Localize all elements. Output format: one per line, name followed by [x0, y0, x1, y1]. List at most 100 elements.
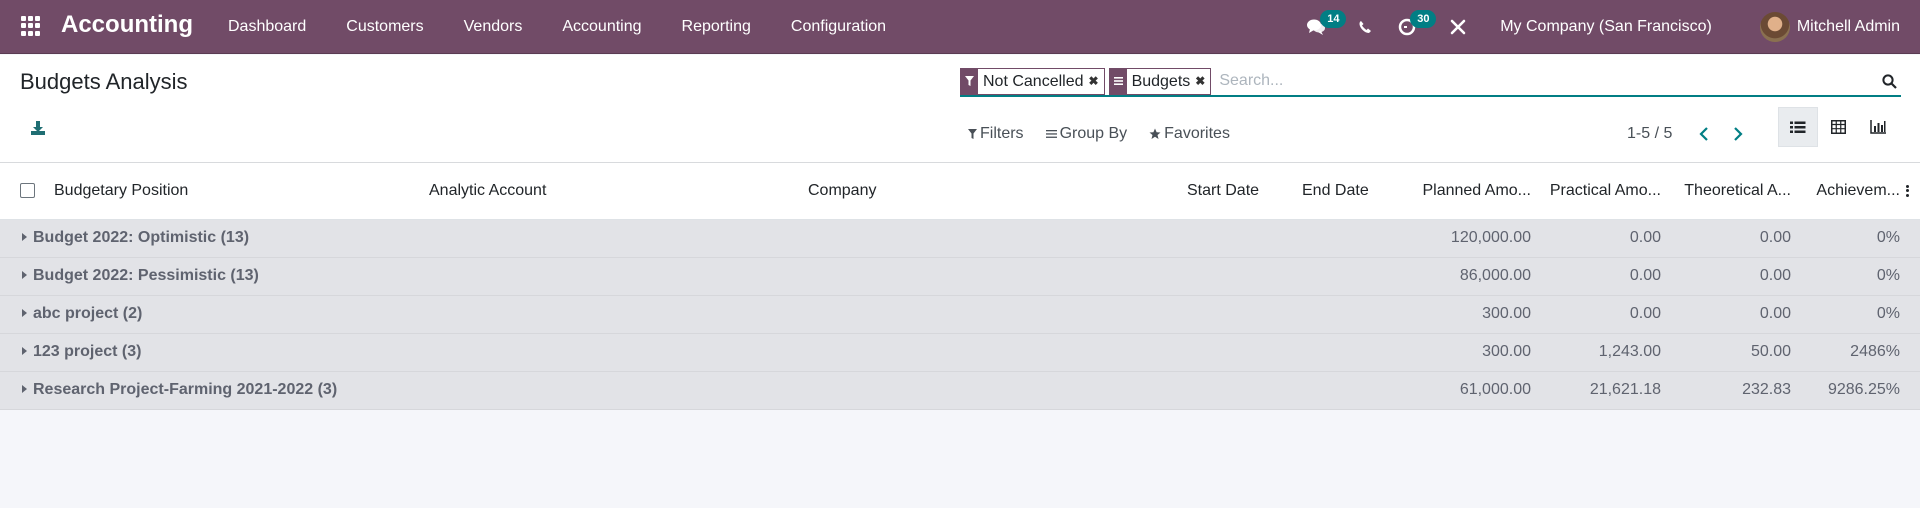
group-name: 123 project (3): [33, 343, 142, 360]
filters-label: Filters: [980, 125, 1024, 142]
select-all-checkbox[interactable]: [20, 183, 35, 199]
search-input[interactable]: [1215, 68, 1877, 94]
search-facet-groupby: Budgets ✖: [1108, 67, 1212, 95]
view-switcher: [1778, 107, 1898, 147]
search-facet-filter: Not Cancelled ✖: [960, 67, 1105, 95]
caret-right-icon: [22, 233, 27, 241]
group-by-dropdown[interactable]: Group By: [1045, 125, 1128, 143]
group-row[interactable]: Research Project-Farming 2021-2022 (3) 6…: [0, 371, 1920, 409]
voip-menu[interactable]: [1358, 0, 1378, 54]
column-achievement[interactable]: Achievem...: [1799, 163, 1920, 220]
user-menu[interactable]: Mitchell Admin: [1759, 12, 1900, 42]
page-title: Budgets Analysis: [20, 69, 188, 94]
star-icon: [1149, 128, 1161, 139]
column-theoretical-amount[interactable]: Theoretical A...: [1669, 163, 1799, 220]
download-icon: [31, 121, 45, 135]
group-name-cell: Research Project-Farming 2021-2022 (3): [0, 371, 1294, 409]
download-button[interactable]: [30, 120, 48, 138]
group-name: abc project (2): [33, 305, 143, 322]
facet-value: Not Cancelled: [983, 72, 1084, 90]
favorites-label: Favorites: [1164, 125, 1230, 142]
practical-amount-cell: 0.00: [1629, 305, 1661, 322]
group-name-cell: abc project (2): [0, 295, 1294, 333]
column-budgetary-position[interactable]: Budgetary Position: [42, 163, 421, 220]
practical-amount-cell: 0.00: [1629, 229, 1661, 246]
facet-remove-icon[interactable]: ✖: [1195, 69, 1210, 94]
graph-view-button[interactable]: [1858, 107, 1898, 147]
group-name: Budget 2022: Pessimistic (13): [33, 267, 259, 284]
column-end-date[interactable]: End Date: [1294, 163, 1409, 220]
menu-item-accounting[interactable]: Accounting: [542, 0, 661, 54]
caret-right-icon: [22, 309, 27, 317]
filters-dropdown[interactable]: Filters: [968, 125, 1024, 143]
achievement-cell: 0%: [1876, 305, 1900, 322]
practical-amount-cell: 21,621.18: [1589, 381, 1661, 398]
activity-menu[interactable]: 30: [1398, 0, 1438, 54]
column-analytic-account[interactable]: Analytic Account: [421, 163, 800, 220]
user-name: Mitchell Admin: [1796, 18, 1900, 35]
practical-amount-cell: 1,243.00: [1598, 343, 1661, 360]
planned-amount-cell: 120,000.00: [1450, 229, 1531, 246]
column-achievement-label: Achievem...: [1816, 181, 1900, 199]
planned-amount-cell: 300.00: [1482, 343, 1531, 360]
company-switcher[interactable]: My Company (San Francisco): [1500, 18, 1712, 36]
menu-item-customers[interactable]: Customers: [326, 0, 443, 54]
table-header-row: Budgetary Position Analytic Account Comp…: [0, 163, 1920, 220]
pager-previous-button[interactable]: [1692, 119, 1716, 149]
group-row[interactable]: Budget 2022: Optimistic (13) 120,000.00 …: [0, 219, 1920, 257]
pager-value[interactable]: 1-5 / 5: [1627, 125, 1672, 143]
caret-right-icon: [22, 347, 27, 355]
group-by-label: Group By: [1059, 125, 1128, 142]
user-avatar: [1759, 12, 1790, 42]
bar-chart-icon: [1870, 120, 1886, 134]
search-options: Filters Group By Favorites: [968, 119, 1252, 149]
systray: 14 30 My Company (San Francisco) Mitchel…: [1306, 0, 1920, 54]
achievement-cell: 9286.25%: [1827, 381, 1900, 398]
messaging-menu[interactable]: 14: [1306, 0, 1347, 54]
menu-item-vendors[interactable]: Vendors: [444, 0, 543, 54]
achievement-cell: 2486%: [1850, 343, 1900, 360]
select-all-cell: [0, 163, 42, 220]
column-planned-amount[interactable]: Planned Amo...: [1409, 163, 1539, 220]
pivot-view-button[interactable]: [1818, 107, 1858, 147]
filter-icon: [961, 68, 978, 94]
group-name: Research Project-Farming 2021-2022 (3): [33, 381, 338, 398]
column-company[interactable]: Company: [800, 163, 1179, 220]
group-row[interactable]: Budget 2022: Pessimistic (13) 86,000.00 …: [0, 257, 1920, 295]
planned-amount-cell: 61,000.00: [1459, 381, 1531, 398]
column-start-date[interactable]: Start Date: [1179, 163, 1294, 220]
optional-columns-toggle-icon[interactable]: [1906, 183, 1910, 198]
achievement-cell: 0%: [1876, 267, 1900, 284]
group-by-icon: [1045, 130, 1057, 138]
menu-item-configuration[interactable]: Configuration: [771, 0, 906, 54]
favorites-dropdown[interactable]: Favorites: [1149, 125, 1230, 143]
top-navbar: Accounting Dashboard Customers Vendors A…: [0, 0, 1920, 54]
facet-remove-icon[interactable]: ✖: [1089, 69, 1104, 94]
apps-menu-icon[interactable]: [21, 16, 41, 36]
group-name-cell: Budget 2022: Optimistic (13): [0, 219, 1294, 257]
budget-analysis-table: Budgetary Position Analytic Account Comp…: [0, 163, 1920, 410]
caret-right-icon: [22, 271, 27, 279]
planned-amount-cell: 86,000.00: [1459, 267, 1531, 284]
control-panel: Budgets Analysis Not Cancelled ✖ Budgets…: [0, 55, 1920, 163]
chevron-left-icon: [1699, 127, 1709, 141]
practical-amount-cell: 0.00: [1629, 267, 1661, 284]
column-practical-amount[interactable]: Practical Amo...: [1539, 163, 1669, 220]
activities-badge: 30: [1410, 10, 1437, 28]
group-row[interactable]: abc project (2) 300.00 0.00 0.00 0%: [0, 295, 1920, 333]
tools-icon: [1450, 19, 1466, 35]
group-row[interactable]: 123 project (3) 300.00 1,243.00 50.00 24…: [0, 333, 1920, 371]
filter-icon: [968, 129, 977, 139]
pager: 1-5 / 5: [1627, 119, 1760, 149]
list-view: Budgetary Position Analytic Account Comp…: [0, 163, 1920, 410]
search-icon[interactable]: [1877, 69, 1901, 93]
debug-tools-menu[interactable]: [1450, 0, 1470, 54]
chevron-right-icon: [1734, 127, 1743, 141]
menu-item-dashboard[interactable]: Dashboard: [208, 0, 326, 54]
menu-item-reporting[interactable]: Reporting: [662, 0, 771, 54]
messages-badge: 14: [1320, 10, 1347, 28]
group-name: Budget 2022: Optimistic (13): [33, 229, 250, 246]
pager-next-button[interactable]: [1726, 119, 1750, 149]
app-brand[interactable]: Accounting: [61, 11, 193, 39]
list-view-button[interactable]: [1778, 107, 1818, 147]
